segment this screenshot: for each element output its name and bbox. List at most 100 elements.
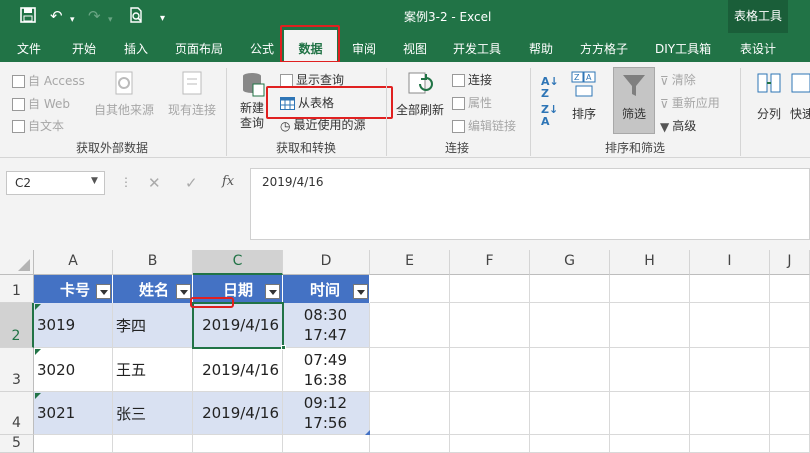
cell[interactable] <box>450 348 530 392</box>
col-header-h[interactable]: H <box>610 250 690 275</box>
cell[interactable] <box>610 303 690 348</box>
col-header-j[interactable]: J <box>770 250 810 275</box>
tab-home[interactable]: 开始 <box>72 40 96 57</box>
table-cell-time[interactable]: 09:12 17:56 <box>283 392 370 435</box>
select-all-corner[interactable] <box>0 250 34 275</box>
tab-view[interactable]: 视图 <box>403 40 427 57</box>
row-header-4[interactable]: 4 <box>0 392 34 435</box>
col-header-e[interactable]: E <box>370 250 450 275</box>
cell[interactable] <box>770 275 810 303</box>
cell[interactable] <box>690 392 770 435</box>
existing-connections-button[interactable]: 现有连接 <box>165 70 219 118</box>
tab-table-design[interactable]: 表设计 <box>740 40 776 57</box>
tab-help[interactable]: 帮助 <box>529 40 553 57</box>
connections-button[interactable]: 连接 <box>452 71 492 88</box>
tab-page-layout[interactable]: 页面布局 <box>175 40 223 57</box>
filter-dropdown-icon[interactable] <box>176 284 191 299</box>
cell[interactable] <box>370 348 450 392</box>
advanced-filter-button[interactable]: ▼ 高级 <box>660 117 696 134</box>
from-access-button[interactable]: 自 Access <box>12 72 85 89</box>
table-cell-card[interactable]: 3019 <box>34 303 113 348</box>
properties-button[interactable]: 属性 <box>452 94 492 111</box>
formula-input[interactable]: 2019/4/16 <box>250 168 810 240</box>
filter-dropdown-icon[interactable] <box>265 284 280 299</box>
cell[interactable] <box>370 435 450 453</box>
sort-az-icon[interactable]: A↓ Z <box>541 76 559 100</box>
cell[interactable] <box>450 435 530 453</box>
cell[interactable] <box>770 303 810 348</box>
name-box-dropdown-icon[interactable]: ▼ <box>91 176 98 186</box>
cell[interactable] <box>530 348 610 392</box>
filter-button[interactable]: 筛选 <box>613 67 655 134</box>
undo-dropdown-icon[interactable]: ▾ <box>70 11 75 29</box>
col-header-f[interactable]: F <box>450 250 530 275</box>
text-to-columns-button[interactable]: 分列 <box>752 70 786 122</box>
enter-check-icon[interactable]: ✓ <box>185 174 198 192</box>
col-header-b[interactable]: B <box>113 250 193 275</box>
customize-toolbar-icon[interactable]: ▾ <box>160 10 165 28</box>
cell[interactable] <box>450 303 530 348</box>
cell[interactable] <box>610 275 690 303</box>
table-cell-date[interactable]: 2019/4/16 <box>193 348 283 392</box>
cell[interactable] <box>34 435 113 453</box>
sort-za-icon[interactable]: Z↓ A <box>541 104 558 128</box>
tab-developer[interactable]: 开发工具 <box>453 40 501 57</box>
clear-filter-button[interactable]: ⊽ 清除 <box>660 71 696 88</box>
row-header-5[interactable]: 5 <box>0 435 34 453</box>
table-header-cell[interactable]: 姓名 <box>113 275 193 303</box>
row-header-3[interactable]: 3 <box>0 348 34 392</box>
flash-fill-button[interactable]: 快速 <box>790 70 810 122</box>
cell[interactable] <box>113 435 193 453</box>
col-header-d[interactable]: D <box>283 250 370 275</box>
redo-icon[interactable]: ↷ <box>88 7 101 25</box>
new-query-button[interactable]: 新建 查询 <box>234 70 270 131</box>
reapply-button[interactable]: ⊽ 重新应用 <box>660 94 720 111</box>
fill-handle[interactable] <box>281 345 286 350</box>
col-header-i[interactable]: I <box>690 250 770 275</box>
cell[interactable] <box>530 275 610 303</box>
cancel-icon[interactable]: ✕ <box>148 174 161 192</box>
cell[interactable] <box>690 348 770 392</box>
col-header-c[interactable]: C <box>193 250 283 275</box>
table-cell-name[interactable]: 王五 <box>113 348 193 392</box>
cell[interactable] <box>370 275 450 303</box>
tab-insert[interactable]: 插入 <box>124 40 148 57</box>
cell[interactable] <box>530 435 610 453</box>
table-header-cell[interactable]: 时间 <box>283 275 370 303</box>
tab-file[interactable]: 文件 <box>17 40 41 57</box>
table-cell-card[interactable]: 3021 <box>34 392 113 435</box>
from-other-sources-button[interactable]: 自其他来源 <box>93 70 155 118</box>
print-preview-icon[interactable] <box>128 7 144 27</box>
tab-formulas[interactable]: 公式 <box>250 40 274 57</box>
edit-links-button[interactable]: 编辑链接 <box>452 117 516 134</box>
cell[interactable] <box>610 348 690 392</box>
table-cell-card[interactable]: 3020 <box>34 348 113 392</box>
cell[interactable] <box>690 275 770 303</box>
row-header-2[interactable]: 2 <box>0 303 34 348</box>
from-text-button[interactable]: 自文本 <box>12 117 64 134</box>
cell[interactable] <box>450 392 530 435</box>
tab-review[interactable]: 审阅 <box>352 40 376 57</box>
table-cell-name[interactable]: 张三 <box>113 392 193 435</box>
cell[interactable] <box>770 392 810 435</box>
table-cell-time[interactable]: 08:30 17:47 <box>283 303 370 348</box>
table-cell-date[interactable]: 2019/4/16 <box>193 392 283 435</box>
col-header-a[interactable]: A <box>34 250 113 275</box>
cell[interactable] <box>193 435 283 453</box>
cell[interactable] <box>530 303 610 348</box>
table-cell-time[interactable]: 07:49 16:38 <box>283 348 370 392</box>
from-web-button[interactable]: 自 Web <box>12 95 70 112</box>
cell[interactable] <box>610 392 690 435</box>
filter-dropdown-icon[interactable] <box>353 284 368 299</box>
table-header-cell[interactable]: 卡号 <box>34 275 113 303</box>
table-resize-handle-icon[interactable] <box>365 430 370 435</box>
sort-button[interactable]: ZA 排序 <box>566 70 602 122</box>
redo-dropdown-icon[interactable]: ▾ <box>108 11 113 29</box>
refresh-all-button[interactable]: 全部刷新 <box>394 70 446 118</box>
filter-dropdown-icon[interactable] <box>96 284 111 299</box>
undo-icon[interactable]: ↶ <box>50 7 63 25</box>
insert-function-icon[interactable]: fx <box>222 174 234 189</box>
col-header-g[interactable]: G <box>530 250 610 275</box>
cell[interactable] <box>770 348 810 392</box>
cell[interactable] <box>690 303 770 348</box>
